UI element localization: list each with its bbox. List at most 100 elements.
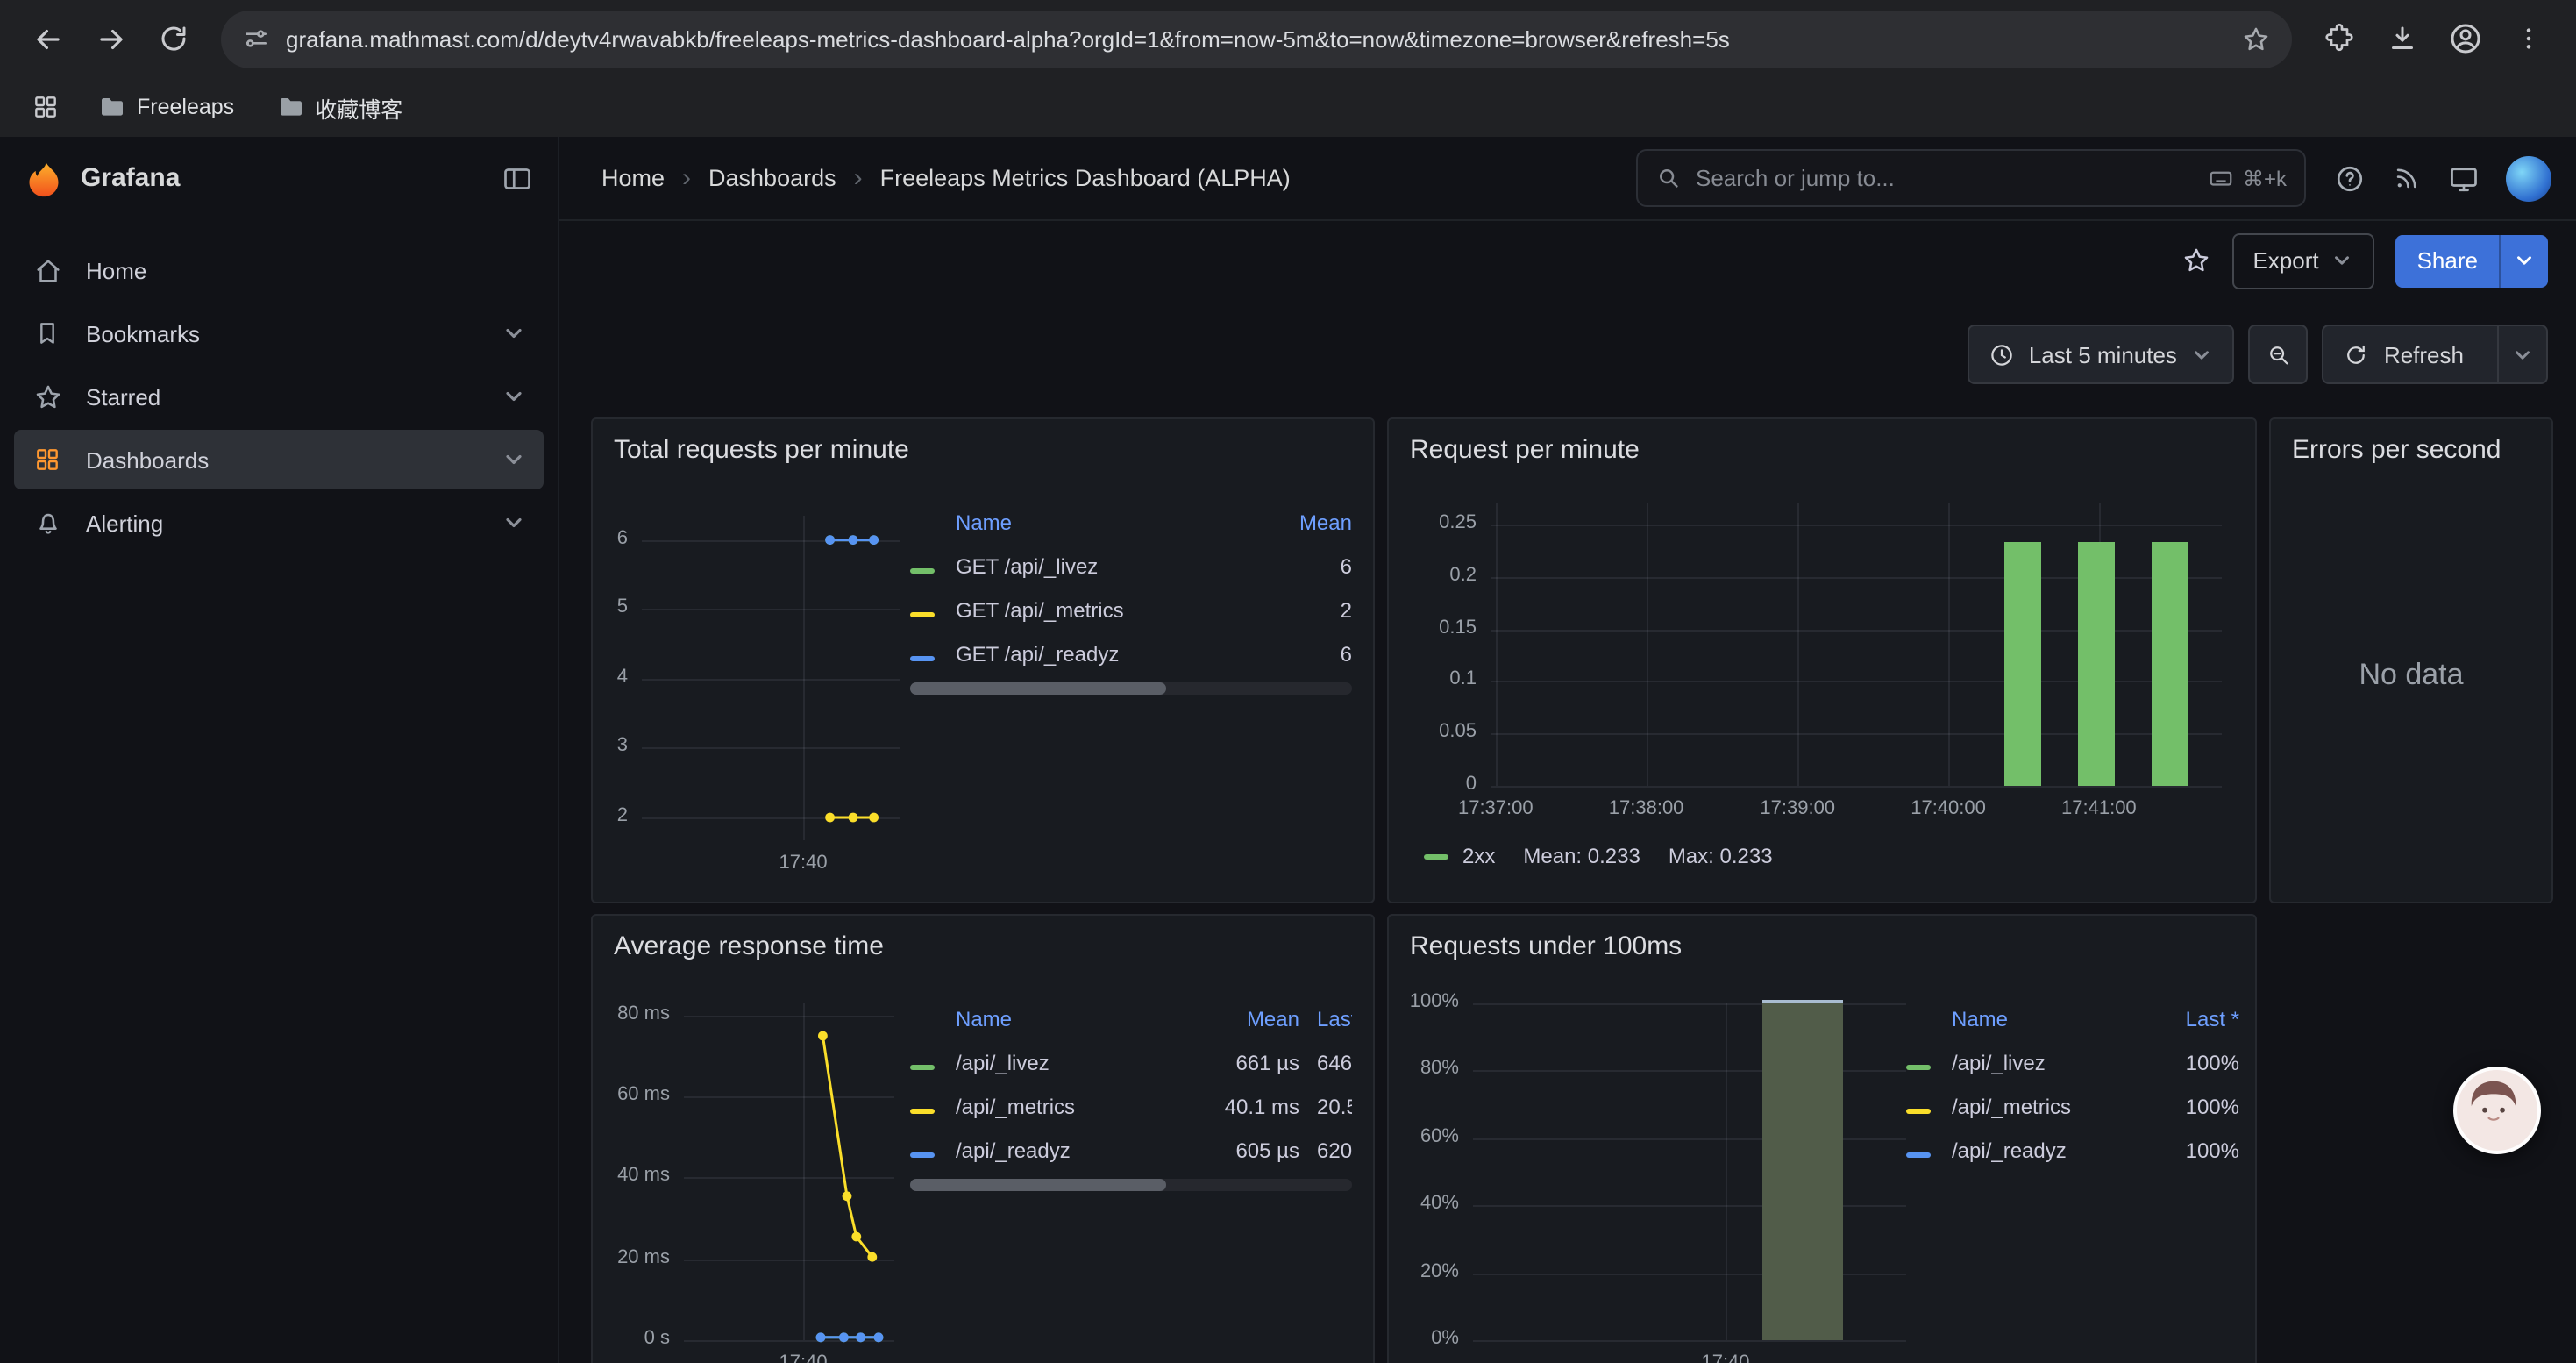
chevron-down-icon <box>2331 249 2354 272</box>
legend-scrollbar-thumb[interactable] <box>910 682 1166 695</box>
sidebar-item-label: Dashboards <box>86 446 479 473</box>
y-axis-tick-label: 40 ms <box>593 1166 670 1187</box>
help-icon[interactable] <box>2334 162 2366 194</box>
legend-col-last[interactable]: Last * <box>1299 1006 1352 1031</box>
share-dropdown-button[interactable] <box>2499 234 2548 287</box>
bell-icon <box>32 508 63 538</box>
browser-menu-button[interactable] <box>2499 9 2558 68</box>
legend-table: Name Last * /api/_livez 100% /api/_metri… <box>1906 996 2239 1172</box>
legend-series-name[interactable]: GET /api/_metrics <box>956 597 1261 622</box>
panel-title[interactable]: Errors per second <box>2292 435 2501 465</box>
reload-icon <box>158 23 189 54</box>
legend-col-name[interactable]: Name <box>956 510 1261 534</box>
time-range-picker[interactable]: Last 5 minutes <box>1968 325 2235 384</box>
x-axis-tick-label: 17:41:00 <box>2020 798 2178 819</box>
breadcrumb-dashboards[interactable]: Dashboards <box>708 165 836 191</box>
y-axis-tick-label: 3 <box>593 736 628 757</box>
legend-scrollbar-thumb[interactable] <box>910 1179 1166 1191</box>
reload-button[interactable] <box>144 9 203 68</box>
y-axis-tick-label: 0 s <box>593 1328 670 1349</box>
legend-series-name[interactable]: /api/_readyz <box>1952 1138 2141 1162</box>
bar <box>2004 542 2041 786</box>
downloads-button[interactable] <box>2373 9 2432 68</box>
y-axis-tick-label: 0.05 <box>1389 721 1477 742</box>
profile-icon <box>2448 21 2483 56</box>
apps-shortcut-button[interactable] <box>21 82 70 132</box>
chevron-down-icon[interactable] <box>502 510 526 535</box>
keyboard-icon <box>2208 165 2234 191</box>
refresh-interval-dropdown[interactable] <box>2497 326 2546 382</box>
legend-series-last: 100% <box>2141 1094 2239 1118</box>
breadcrumb-home[interactable]: Home <box>601 165 665 191</box>
chart-plot-area[interactable] <box>1491 503 2222 786</box>
series-color-dash <box>910 655 935 660</box>
bookmark-star-icon[interactable] <box>2241 24 2271 54</box>
legend-series-name[interactable]: GET /api/_readyz <box>956 641 1261 666</box>
sidebar-item-starred[interactable]: Starred <box>14 367 544 426</box>
sidebar-item-dashboards[interactable]: Dashboards <box>14 430 544 489</box>
legend-scrollbar[interactable] <box>910 682 1352 695</box>
forward-button[interactable] <box>81 9 140 68</box>
kiosk-monitor-icon[interactable] <box>2448 162 2480 194</box>
x-axis-tick-label: 17:40 <box>724 1352 882 1363</box>
profile-button[interactable] <box>2436 9 2495 68</box>
chart-plot-area[interactable] <box>684 1003 894 1340</box>
legend-col-name[interactable]: Name <box>1952 1006 2141 1031</box>
legend-series-name[interactable]: /api/_livez <box>1952 1050 2141 1074</box>
legend-series-name[interactable]: GET /api/_livez <box>956 553 1261 578</box>
bar <box>1761 1000 1842 1340</box>
series-color-dash <box>1906 1108 1931 1113</box>
browser-toolbar: grafana.mathmast.com/d/deytv4rwavabkb/fr… <box>0 0 2576 77</box>
site-settings-icon[interactable] <box>242 25 270 53</box>
address-bar[interactable]: grafana.mathmast.com/d/deytv4rwavabkb/fr… <box>221 10 2292 68</box>
chart-plot-area[interactable] <box>642 516 900 840</box>
collapse-sidebar-icon[interactable] <box>502 162 533 194</box>
legend-col-mean[interactable]: Mean <box>1261 510 1352 534</box>
extensions-button[interactable] <box>2309 9 2369 68</box>
legend-series-name[interactable]: /api/_metrics <box>1952 1094 2141 1118</box>
url-text[interactable]: grafana.mathmast.com/d/deytv4rwavabkb/fr… <box>286 25 2225 52</box>
bookmark-folder-freeleaps[interactable]: Freeleaps <box>84 88 248 126</box>
y-axis-tick-label: 80% <box>1389 1059 1459 1080</box>
export-button[interactable]: Export <box>2231 232 2374 289</box>
assistant-avatar[interactable] <box>2453 1067 2541 1154</box>
chevron-down-icon[interactable] <box>502 447 526 472</box>
legend-series-name[interactable]: /api/_readyz <box>956 1138 1198 1162</box>
search-input[interactable]: Search or jump to... ⌘+k <box>1636 149 2306 207</box>
chevron-down-icon[interactable] <box>502 384 526 409</box>
y-axis-tick-label: 0.25 <box>1389 512 1477 533</box>
user-avatar[interactable] <box>2506 155 2551 201</box>
legend-series-name[interactable]: /api/_metrics <box>956 1094 1198 1118</box>
favorite-star-button[interactable] <box>2181 246 2210 275</box>
search-shortcut: ⌘+k <box>2208 165 2287 191</box>
legend-series-name[interactable]: /api/_livez <box>956 1050 1198 1074</box>
legend-series-last: 620 µs <box>1299 1138 1352 1162</box>
legend-col-last[interactable]: Last * <box>2141 1006 2239 1031</box>
legend-row: /api/_readyz 100% <box>1906 1128 2239 1172</box>
chart-plot-area[interactable] <box>1473 1003 1906 1340</box>
legend-col-name[interactable]: Name <box>956 1006 1198 1031</box>
refresh-button[interactable]: Refresh <box>2324 326 2483 382</box>
sidebar-item-alerting[interactable]: Alerting <box>14 493 544 553</box>
legend-series-name[interactable]: 2xx <box>1462 844 1495 868</box>
chevron-down-icon <box>2191 343 2214 366</box>
series-color-dash <box>910 611 935 617</box>
header-icons <box>2334 155 2551 201</box>
bookmarks-bar: Freeleaps 收藏博客 <box>0 77 2576 137</box>
chevron-down-icon[interactable] <box>502 321 526 346</box>
legend-scrollbar[interactable] <box>910 1179 1352 1191</box>
breadcrumb-separator: › <box>682 163 691 193</box>
sidebar-item-home[interactable]: Home <box>14 240 544 300</box>
sidebar-item-bookmarks[interactable]: Bookmarks <box>14 303 544 363</box>
grafana-logo[interactable] <box>25 159 63 197</box>
app-title: Grafana <box>81 163 484 193</box>
rss-icon[interactable] <box>2392 163 2422 193</box>
share-button[interactable]: Share <box>2396 234 2499 287</box>
legend-mean: Mean: 0.233 <box>1523 844 1640 868</box>
legend-row: /api/_readyz 605 µs 620 µs <box>910 1128 1352 1172</box>
legend-series-mean: 2 <box>1261 597 1352 622</box>
bookmark-folder-blogs[interactable]: 收藏博客 <box>262 85 416 129</box>
legend-col-mean[interactable]: Mean <box>1198 1006 1299 1031</box>
zoom-out-time-button[interactable] <box>2249 325 2309 384</box>
back-button[interactable] <box>18 9 77 68</box>
